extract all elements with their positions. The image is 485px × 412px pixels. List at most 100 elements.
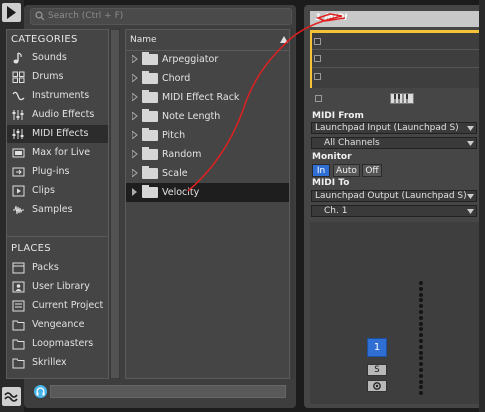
sidebar-item-samples[interactable]: Samples [7, 201, 108, 219]
chevron-down-icon [467, 194, 474, 199]
monitor-off-button[interactable]: Off [362, 164, 382, 177]
sidebar-scrollbar-thumb[interactable] [111, 30, 119, 378]
folder-icon [142, 90, 158, 103]
search-input[interactable]: Search (Ctrl + F) [30, 8, 292, 25]
list-item-velocity[interactable]: Velocity [126, 183, 289, 202]
folder-icon [142, 166, 158, 179]
preview-bar [28, 383, 290, 400]
monitor-in-label: In [316, 166, 326, 176]
name-column-header: Name [130, 35, 157, 45]
midi-effects-icon [12, 129, 24, 139]
list-item-chord[interactable]: Chord [126, 69, 289, 88]
stop-clips-button[interactable] [315, 95, 322, 102]
places-title: PLACES [11, 243, 51, 254]
folder-icon [142, 71, 158, 84]
sidebar-item-audio-effects[interactable]: Audio Effects [7, 106, 108, 124]
selected-slot-highlight-edge [310, 30, 312, 88]
sidebar-item-skrillex[interactable]: Skrillex [7, 354, 108, 372]
sidebar-item-current-project[interactable]: Current Project [7, 297, 108, 315]
sidebar-item-drums[interactable]: Drums [7, 68, 108, 86]
sidebar-item-label: Packs [32, 262, 59, 273]
sidebar-item-max-for-live[interactable]: Max for Live [7, 144, 108, 162]
meter-dot [419, 315, 423, 320]
list-item-label: Velocity [162, 187, 200, 198]
preview-waveform-bar[interactable] [50, 385, 286, 398]
sidebar-item-label: Samples [32, 204, 73, 215]
meter-dot [419, 321, 423, 326]
list-header[interactable]: Name [126, 30, 289, 51]
search-placeholder: Search (Ctrl + F) [48, 11, 124, 21]
expand-triangle-icon [132, 150, 138, 158]
meter-dot [419, 344, 423, 349]
track-title-bar[interactable]: 1 MIDI [310, 11, 485, 27]
midi-to-value: Launchpad Output (Launchpad S) [315, 191, 467, 201]
meter-dot [419, 304, 423, 309]
expand-triangle-icon [132, 93, 138, 101]
sidebar-item-label: Audio Effects [32, 109, 95, 120]
midi-from-select[interactable]: Launchpad Input (Launchpad S) [311, 122, 477, 134]
preview-headphones-icon[interactable] [34, 385, 47, 398]
right-edge-scrollbar[interactable] [479, 0, 485, 412]
sidebar-item-plug-ins[interactable]: Plug-ins [7, 163, 108, 181]
folder-icon [142, 109, 158, 122]
meter-dot [419, 286, 423, 291]
meter-dot [419, 368, 423, 372]
track-number: 1 [373, 342, 381, 353]
sidebar-item-instruments[interactable]: Instruments [7, 87, 108, 105]
meter-dot [419, 385, 423, 390]
list-item-label: MIDI Effect Rack [162, 92, 240, 103]
list-item-scale[interactable]: Scale [126, 164, 289, 183]
play-icon [7, 6, 16, 19]
arm-button[interactable] [367, 380, 387, 392]
clip-slot-stop-button[interactable] [314, 38, 321, 45]
meter-dot [419, 298, 423, 303]
clip-slot-stop-button[interactable] [314, 55, 321, 62]
expand-triangle-icon [132, 188, 137, 196]
audio-effects-icon [12, 110, 24, 120]
monitor-auto-button[interactable]: Auto [333, 164, 360, 177]
clip-slot-stop-button[interactable] [314, 73, 321, 80]
max-icon [12, 148, 25, 158]
meter-dot [419, 333, 423, 338]
clip-icon [12, 185, 25, 197]
meter-dot [419, 373, 423, 378]
sidebar-item-label: Skrillex [32, 357, 67, 368]
mixer-strip [310, 222, 485, 404]
categories-title: CATEGORIES [11, 34, 78, 45]
list-scrollbar[interactable] [291, 29, 294, 379]
midi-to-channel-select[interactable]: Ch. 1 [311, 205, 477, 217]
file-list: Name Arpeggiator Chord MIDI Effect Rack … [125, 29, 290, 379]
list-item-arpeggiator[interactable]: Arpeggiator [126, 50, 289, 69]
sidebar-item-midi-effects[interactable]: MIDI Effects [7, 125, 108, 143]
list-item-pitch[interactable]: Pitch [126, 126, 289, 145]
sidebar-item-user-library[interactable]: User Library [7, 278, 108, 296]
sidebar-item-clips[interactable]: Clips [7, 182, 108, 200]
meter-dot [419, 310, 423, 314]
list-item-random[interactable]: Random [126, 145, 289, 164]
chevron-down-icon [467, 126, 474, 131]
list-item-label: Pitch [162, 130, 186, 141]
midi-channel-value: All Channels [324, 138, 380, 148]
sidebar-item-vengeance[interactable]: Vengeance [7, 316, 108, 334]
project-icon [12, 300, 25, 312]
sidebar-item-label: Max for Live [32, 147, 91, 158]
browser-toggle-button[interactable] [2, 3, 21, 22]
sidebar-item-sounds[interactable]: Sounds [7, 49, 108, 67]
groove-pool-button[interactable] [2, 387, 21, 406]
monitor-in-button[interactable]: In [312, 164, 330, 177]
sidebar-item-label: User Library [32, 281, 90, 292]
sidebar-item-loopmasters[interactable]: Loopmasters [7, 335, 108, 353]
meter-dot [419, 356, 423, 361]
list-item-label: Note Length [162, 111, 221, 122]
solo-button[interactable]: S [367, 364, 387, 376]
midi-to-select[interactable]: Launchpad Output (Launchpad S) [311, 190, 477, 202]
folder-icon [12, 358, 25, 369]
midi-keyboard-icon[interactable] [390, 93, 414, 104]
sidebar-item-label: Instruments [32, 90, 90, 101]
sidebar-item-label: Drums [32, 71, 64, 82]
sidebar-item-packs[interactable]: Packs [7, 259, 108, 277]
list-item-midi-effect-rack[interactable]: MIDI Effect Rack [126, 88, 289, 107]
midi-channel-select[interactable]: All Channels [311, 137, 477, 149]
track-activator-button[interactable]: 1 [367, 338, 387, 357]
list-item-note-length[interactable]: Note Length [126, 107, 289, 126]
